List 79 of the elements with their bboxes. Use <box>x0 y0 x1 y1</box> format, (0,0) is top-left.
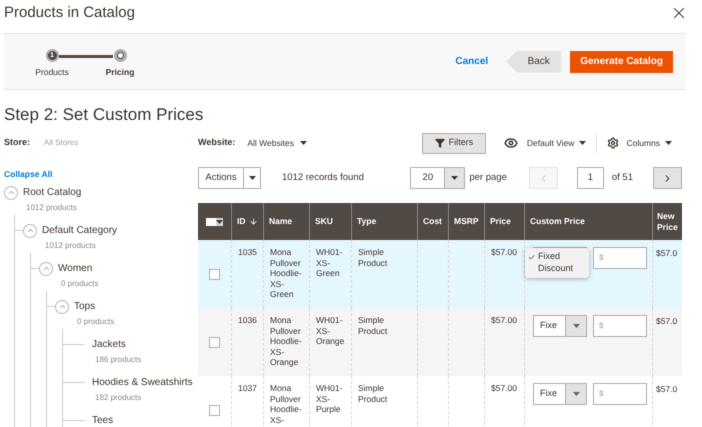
caret-icon <box>665 141 672 145</box>
tree-item[interactable]: Tees <box>92 413 114 427</box>
filters-button[interactable]: Filters <box>422 132 486 154</box>
tree-item[interactable]: Women <box>58 261 92 276</box>
row-checkbox[interactable] <box>209 404 220 416</box>
store-label: Store: <box>4 136 30 150</box>
table-cell: $57.0 <box>656 316 678 326</box>
page-input[interactable]: 1 <box>576 167 604 189</box>
caret-icon <box>300 141 307 145</box>
menu-option[interactable]: Discount <box>525 263 589 275</box>
step-label: Products <box>35 66 69 78</box>
back-button[interactable]: Back <box>506 50 562 72</box>
table-cell-text: WH01-XS-Orange <box>316 315 346 346</box>
eye-icon <box>504 136 518 150</box>
collapse-toggle-icon[interactable] <box>4 186 18 200</box>
tree-item[interactable]: Jackets <box>92 337 126 352</box>
settings-icon <box>607 137 620 149</box>
table-cell-text: WH01-XS-Purple <box>316 383 344 414</box>
per-page-label: per page <box>469 170 507 185</box>
table-row[interactable]: 1036 Mona Pullover Hoodlie-XS-Orange WH01-XS-Orange Simple Product $57.00 Fixe $ $57.0 <box>198 308 682 376</box>
table-cell: Simple Product <box>358 247 388 268</box>
product-count: 0 products <box>61 278 98 289</box>
tree-item[interactable]: Default Category <box>42 223 118 238</box>
row-checkbox[interactable] <box>209 336 220 348</box>
next-page-button[interactable] <box>653 167 682 189</box>
product-count: 182 products <box>95 392 142 403</box>
table-cell: $57.00 <box>491 383 517 393</box>
table-row[interactable]: 1035 Mona Pullover Hoodlie-XS-Green WH01-XS-Green Simple Product $57.00 $ Fixed Discount $57.0 <box>198 240 682 308</box>
row-checkbox[interactable] <box>209 268 220 280</box>
product-count: 186 products <box>95 354 142 365</box>
columns-menu[interactable]: Columns <box>607 136 672 150</box>
collapse-toggle-icon[interactable] <box>39 262 53 276</box>
table-cell-text: Mona Pullover Hoodlie-XS-Green <box>270 247 303 300</box>
product-count: 1012 products <box>45 240 96 251</box>
product-count: 1012 products <box>26 202 77 213</box>
website-select[interactable]: All Websites <box>247 136 307 150</box>
table-cell-text: Mona Pullover Hoodlie-XS-Orange <box>270 315 303 368</box>
page-total: of 51 <box>612 170 633 185</box>
table-cell-text: Mona Pullover Hoodlie-XS- <box>270 383 303 425</box>
table-cell: 1035 <box>238 247 257 257</box>
caret-icon <box>216 220 223 224</box>
collapse-all-link[interactable]: Collapse All <box>4 168 198 181</box>
caret-icon <box>572 324 580 328</box>
website-label: Website: <box>198 136 236 150</box>
step-label: Pricing <box>106 66 134 78</box>
table-cell: $57.00 <box>491 315 517 325</box>
table-cell: 1037 <box>238 383 257 393</box>
caret-icon <box>572 392 580 396</box>
table-cell-text: WH01-XS-Green <box>316 247 344 278</box>
cancel-link[interactable]: Cancel <box>455 54 488 69</box>
page-size-select[interactable]: 20 <box>410 167 466 189</box>
table-cell: $57.0 <box>656 384 678 394</box>
view-menu[interactable]: Default View <box>504 136 586 150</box>
sort-arrow-icon <box>248 217 258 226</box>
table-cell: Simple Product <box>358 383 388 404</box>
table-cell: $57.00 <box>491 247 517 257</box>
page-heading: Step 2: Set Custom Prices <box>4 104 204 126</box>
tree-item[interactable]: Tops <box>74 299 96 314</box>
menu-option[interactable]: Fixed <box>525 251 589 263</box>
window-title: Products in Catalog <box>4 2 135 23</box>
tree-item[interactable]: Hoodies & Sweatshirts <box>92 375 193 390</box>
table-cell: Simple Product <box>358 315 388 336</box>
filter-icon <box>434 138 445 148</box>
mass-select-control[interactable] <box>206 218 223 226</box>
product-count: 0 products <box>77 316 114 327</box>
caret-icon <box>579 141 586 145</box>
records-count: 1012 records found <box>282 170 364 185</box>
table-cell: 1036 <box>238 315 257 325</box>
caret-icon <box>248 176 256 180</box>
actions-select[interactable]: Actions <box>198 167 261 189</box>
generate-catalog-button[interactable]: Generate Catalog <box>570 50 673 72</box>
price-type-select[interactable]: Fixe <box>533 383 587 405</box>
table-cell: $57.0 <box>656 248 678 258</box>
collapse-toggle-icon[interactable] <box>23 224 37 238</box>
column-header[interactable]: New Price <box>653 203 682 240</box>
tree-item[interactable]: Root Catalog <box>23 185 82 200</box>
price-type-select[interactable]: Fixe <box>533 315 587 337</box>
collapse-toggle-icon[interactable] <box>55 300 69 314</box>
caret-icon <box>451 176 458 180</box>
